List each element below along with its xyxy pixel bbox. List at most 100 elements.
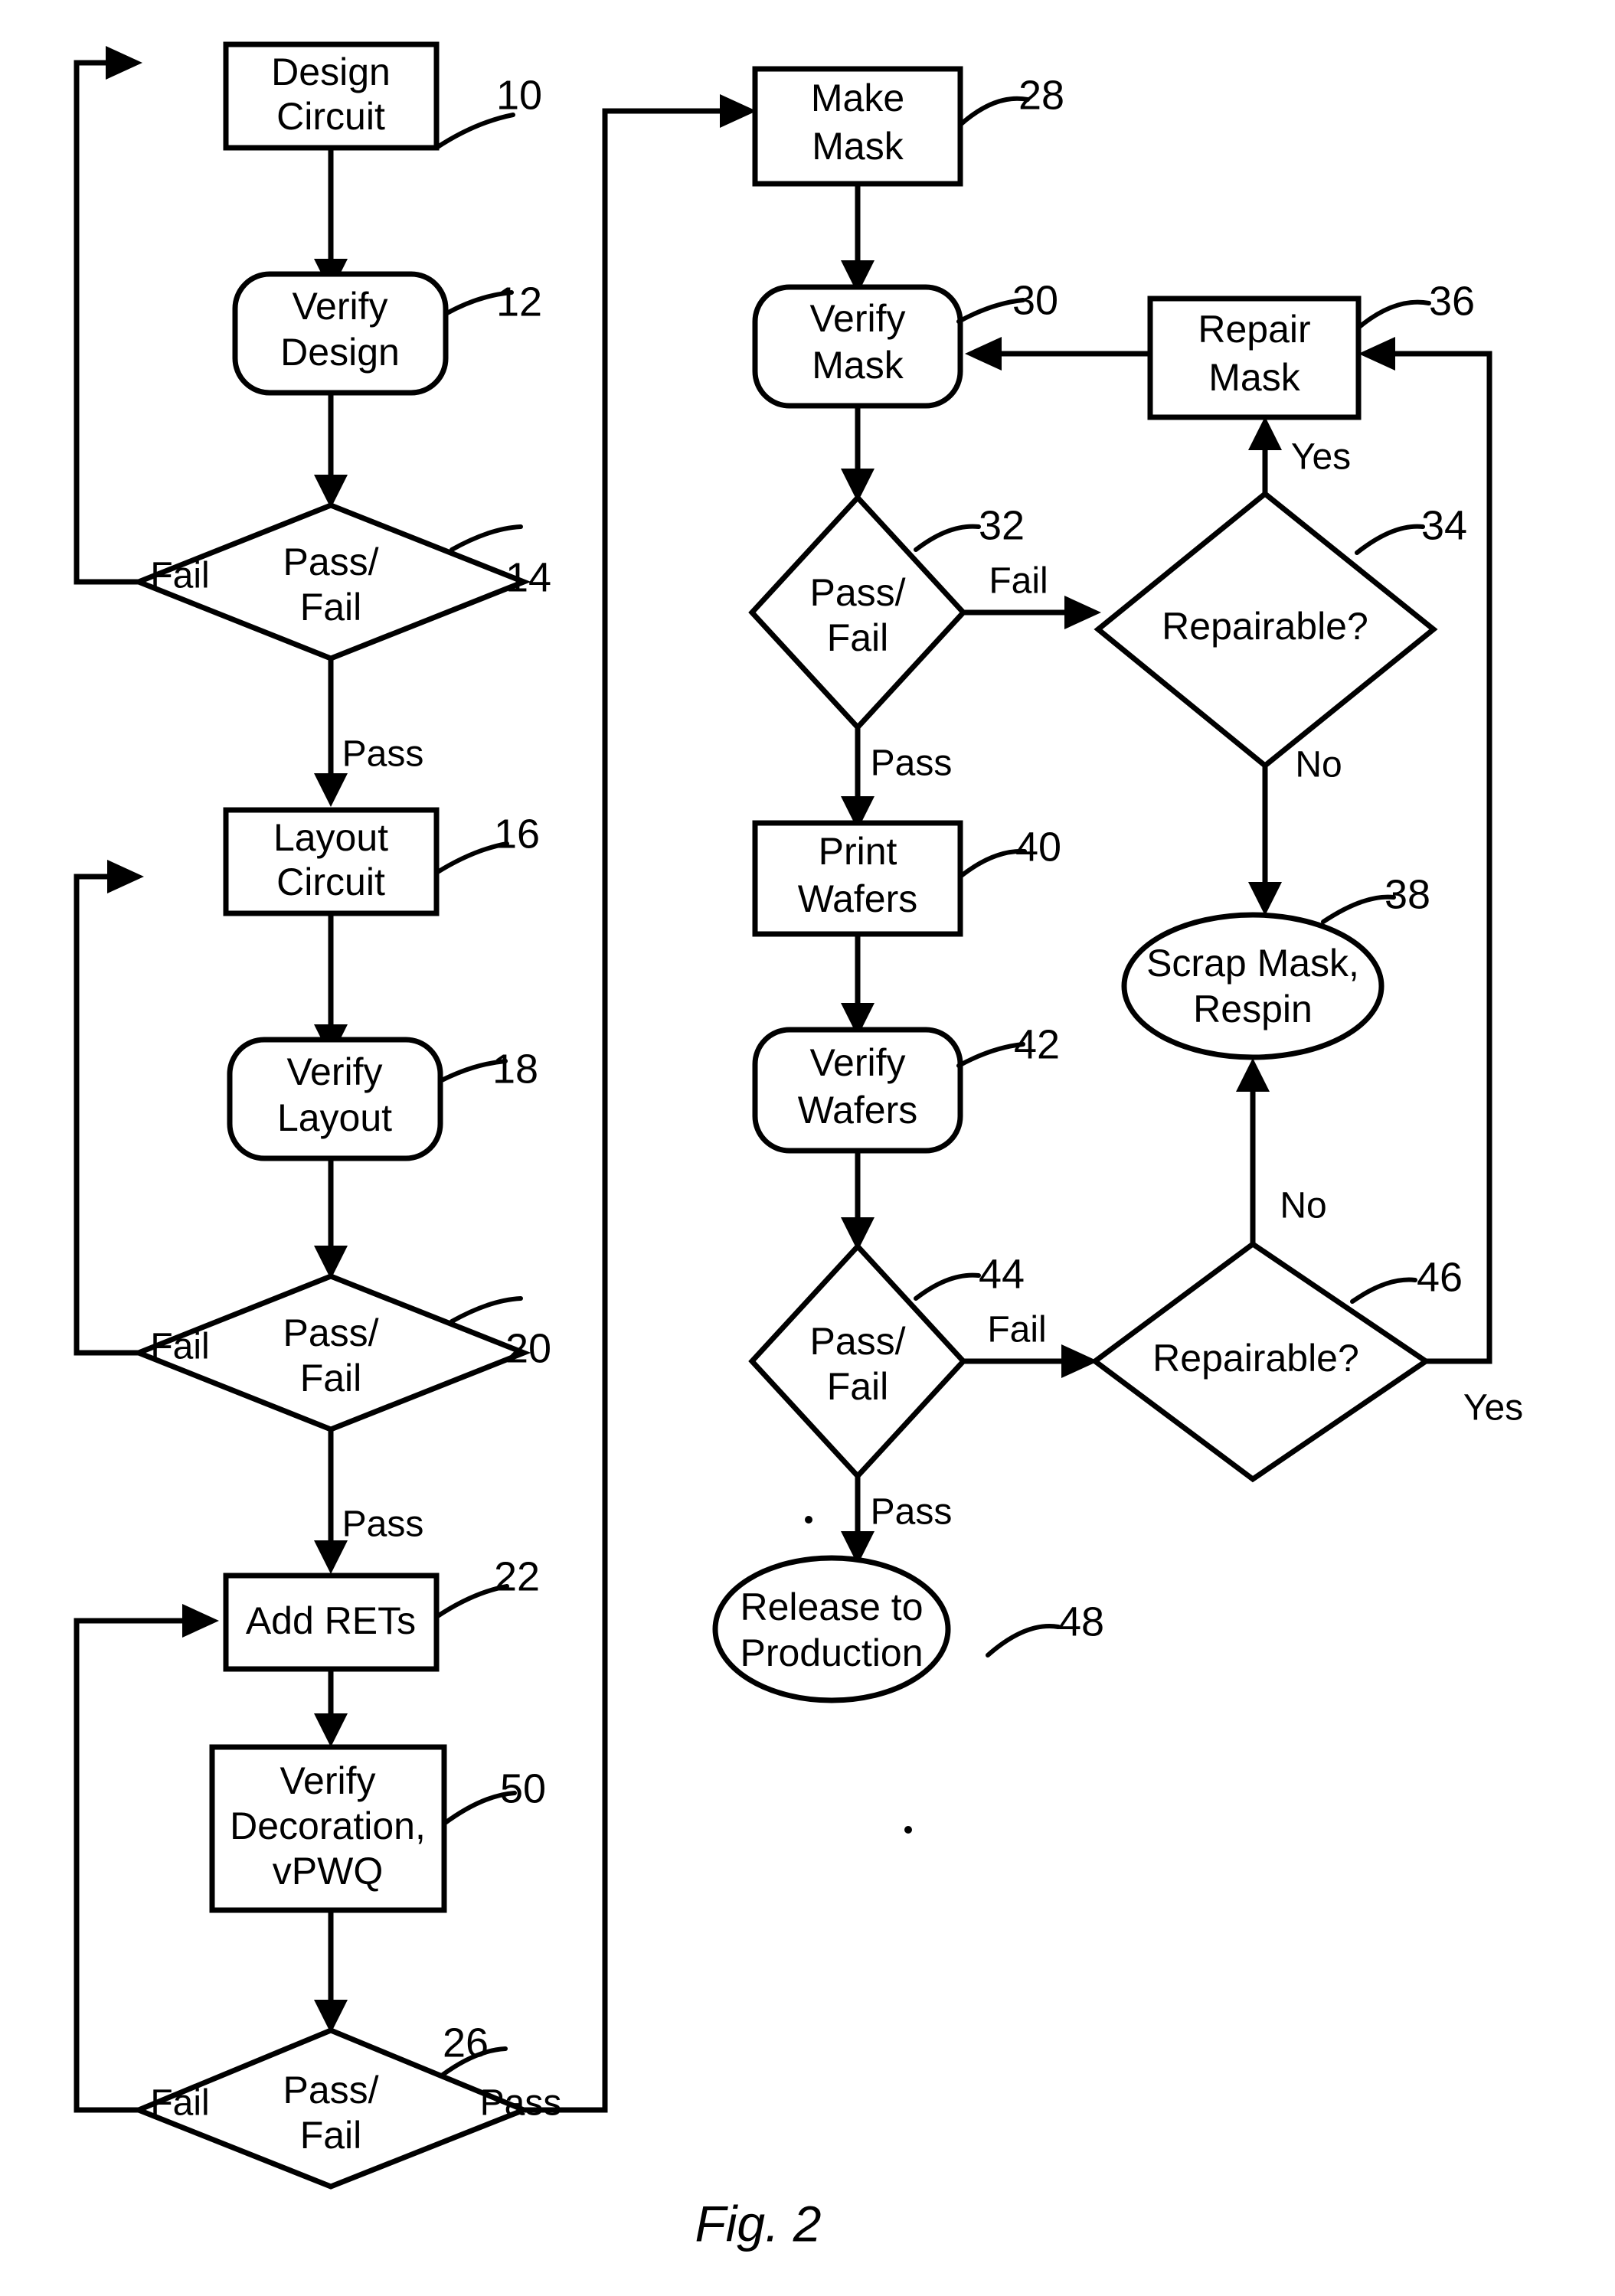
edge-pass-14-to-layout-circuit: [314, 658, 348, 807]
ref-number-12: 12: [496, 279, 542, 325]
node-verify-decoration[interactable]: Verify Decoration, vPWQ: [209, 1744, 447, 1913]
scan-artifact-dot: [805, 1516, 812, 1524]
node-make-mask[interactable]: Make Mask: [752, 66, 963, 187]
ref-number-32: 32: [979, 502, 1025, 548]
node-verify-wafers[interactable]: Verify Wafers: [752, 1027, 963, 1154]
node-scrap-mask[interactable]: Scrap Mask, Respin: [1121, 912, 1385, 1060]
scan-artifact-dot: [904, 1826, 912, 1834]
ref-leader-26: 26: [440, 2020, 508, 2077]
ref-leader-38: 38: [1321, 871, 1430, 924]
node-repair-mask[interactable]: Repair Mask: [1147, 296, 1362, 420]
edge-label-fail-32: Fail: [989, 561, 1048, 602]
print-wafers-label-line1: Print: [819, 830, 897, 873]
edge-label-pass-14: Pass: [342, 734, 424, 775]
node-verify-design[interactable]: Verify Design: [232, 271, 449, 396]
ref-number-28: 28: [1018, 72, 1064, 118]
arrowhead: [1064, 596, 1101, 629]
node-print-wafers[interactable]: Print Wafers: [752, 820, 963, 937]
node-release-production[interactable]: Release to Production: [712, 1555, 951, 1703]
design-circuit-label-line2: Circuit: [276, 95, 385, 138]
edge-design-circuit-to-verify-design: [314, 148, 348, 292]
edge-repair-mask-to-verify-mask: [965, 337, 1150, 371]
ref-number-48: 48: [1058, 1599, 1104, 1644]
node-layout-circuit[interactable]: Layout Circuit: [223, 807, 440, 916]
release-production-ellipse[interactable]: [712, 1555, 951, 1703]
edge-pass-26-to-make-mask: [524, 94, 757, 2113]
edge-no-34-to-scrap-mask: [1248, 766, 1282, 916]
arrowhead: [965, 337, 1002, 371]
make-mask-label-line2: Mask: [812, 125, 904, 168]
edge-label-fail-14: Fail: [150, 556, 209, 596]
edge-label-fail-20: Fail: [150, 1327, 209, 1367]
scrap-mask-ellipse[interactable]: [1121, 912, 1385, 1060]
node-add-rets[interactable]: Add RETs: [223, 1573, 440, 1672]
node-design-circuit[interactable]: Design Circuit: [223, 41, 440, 151]
flowchart-diagram: Design Circuit 10 Verify Design 12 Pass/…: [74, 41, 1523, 2252]
edge-add-rets-to-verify-decoration: [314, 1669, 348, 1747]
pass-fail-14-label-line2: Fail: [300, 586, 362, 629]
ref-leader-28: 28: [958, 72, 1064, 127]
scrap-mask-label-line1: Scrap Mask,: [1146, 942, 1359, 985]
repairable-46-label: Repairable?: [1152, 1337, 1359, 1380]
pass-fail-14-label-line1: Pass/: [283, 541, 378, 583]
pass-fail-26-label-line1: Pass/: [283, 2069, 378, 2111]
verify-layout-label-line2: Layout: [277, 1096, 392, 1139]
node-pass-fail-44[interactable]: Pass/ Fail: [748, 1242, 967, 1481]
release-production-label-line1: Release to: [740, 1586, 923, 1628]
ref-leader-42: 42: [956, 1021, 1060, 1068]
ref-leader-48: 48: [986, 1599, 1104, 1657]
edge-pass-32-to-print-wafers: [841, 727, 875, 830]
node-pass-fail-32[interactable]: Pass/ Fail: [748, 493, 967, 732]
edge-verify-wafers-to-pass-fail-44: [841, 1151, 875, 1251]
repair-mask-label-line1: Repair: [1198, 308, 1310, 351]
ref-leader-32: 32: [914, 502, 1025, 552]
edge-verify-design-to-pass-fail-14: [314, 393, 348, 508]
ref-number-20: 20: [505, 1325, 551, 1371]
repair-mask-label-line2: Mask: [1208, 356, 1300, 399]
ref-number-42: 42: [1014, 1021, 1060, 1067]
pass-fail-20-label-line2: Fail: [300, 1357, 362, 1399]
edge-pass-44-to-release-production: [841, 1476, 875, 1565]
edge-label-pass-44: Pass: [871, 1492, 953, 1533]
edge-layout-circuit-to-verify-layout: [314, 913, 348, 1058]
ref-number-34: 34: [1421, 502, 1467, 548]
ref-leader-12: 12: [443, 279, 542, 325]
edge-fail-14-to-design-circuit: [74, 46, 142, 585]
node-verify-mask[interactable]: Verify Mask: [752, 284, 963, 409]
arrowhead: [314, 1540, 348, 1574]
pass-fail-26-label-line2: Fail: [300, 2114, 362, 2157]
add-rets-label: Add RETs: [246, 1599, 416, 1642]
edge-label-pass-20: Pass: [342, 1504, 424, 1545]
edge-label-no-46: No: [1280, 1186, 1326, 1226]
verify-decoration-label-line3: vPWQ: [273, 1850, 383, 1893]
ref-leader-44: 44: [914, 1251, 1025, 1301]
verify-mask-label-line2: Mask: [812, 344, 904, 387]
arrowhead: [182, 1604, 219, 1638]
edge-fail-26-to-add-rets: [74, 1604, 219, 2113]
edge-verify-layout-to-pass-fail-20: [314, 1158, 348, 1279]
ref-number-18: 18: [492, 1046, 538, 1092]
release-production-label-line2: Production: [740, 1631, 923, 1674]
ref-leader-46: 46: [1350, 1254, 1463, 1304]
pass-fail-20-label-line1: Pass/: [283, 1311, 378, 1354]
edge-print-wafers-to-verify-wafers: [841, 934, 875, 1037]
ref-number-16: 16: [494, 811, 540, 857]
ref-leader-16: 16: [434, 811, 540, 875]
ref-leader-18: 18: [438, 1046, 538, 1092]
ref-number-22: 22: [494, 1553, 540, 1599]
node-verify-layout[interactable]: Verify Layout: [227, 1037, 443, 1161]
ref-leader-40: 40: [958, 824, 1061, 879]
verify-wafers-label-line1: Verify: [809, 1041, 905, 1084]
arrowhead: [314, 1713, 348, 1747]
layout-circuit-label-line1: Layout: [273, 816, 388, 859]
ref-number-14: 14: [505, 554, 551, 600]
edge-verify-mask-to-pass-fail-32: [841, 406, 875, 502]
verify-wafers-label-line2: Wafers: [798, 1089, 918, 1132]
edge-label-pass-26: Pass: [480, 2083, 562, 2124]
edge-yes-34-to-repair-mask: [1248, 416, 1282, 496]
edge-label-yes-46: Yes: [1463, 1388, 1523, 1429]
pass-fail-44-label-line1: Pass/: [809, 1320, 905, 1363]
edge-make-mask-to-verify-mask: [841, 184, 875, 294]
edge-label-no-34: No: [1295, 745, 1342, 785]
node-repairable-46[interactable]: Repairable?: [1090, 1240, 1431, 1483]
